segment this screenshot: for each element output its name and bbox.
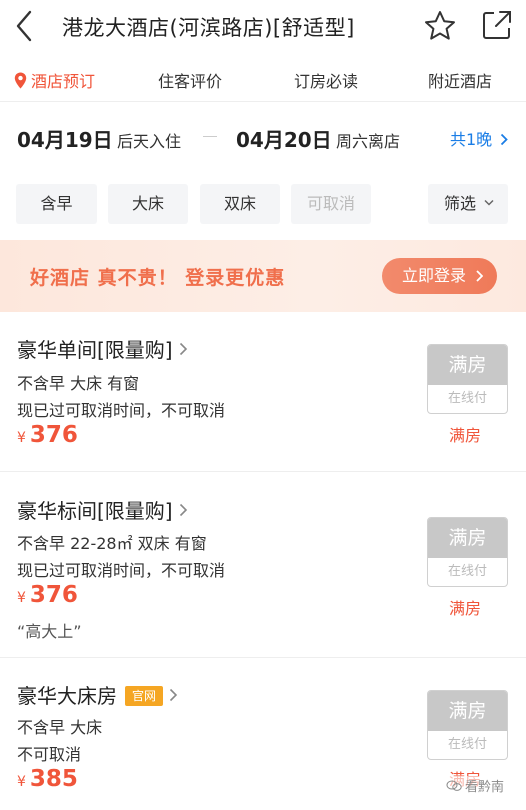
book-button-status: 满房 [428,691,507,731]
checkout-date[interactable]: 04月20日 [236,124,332,153]
filter-bar: 含早 大床 双床 可取消 筛选 [0,176,526,230]
room-details: 不含早 22-28㎡ 双床 有窗 [17,534,207,553]
currency-symbol: ¥ [17,430,26,446]
room-name-link[interactable]: 豪华大床房 官网 [17,680,178,709]
watermark-text: 看黔南 [465,780,505,795]
filter-dropdown-button[interactable]: 筛选 [428,184,508,224]
login-button-label: 立即登录 [402,266,467,285]
nights-label: 共1晚 [450,130,493,149]
date-selector[interactable]: 04月19日 后天入住 04月20日 周六离店 共1晚 [0,104,526,166]
chevron-right-icon [501,133,509,146]
currency-symbol: ¥ [17,590,26,606]
back-arrow-icon[interactable] [10,6,42,46]
checkin-note: 后天入住 [117,132,182,151]
tab-booking-notes[interactable]: 订房必读 [294,68,358,92]
date-separator [203,136,217,137]
tab-guest-reviews[interactable]: 住客评价 [158,68,222,92]
nights-link[interactable]: 共1晚 [450,126,509,150]
tab-nearby-hotels[interactable]: 附近酒店 [428,68,492,92]
room-name-link[interactable]: 豪华标间[限量购] [17,495,188,524]
book-button-disabled[interactable]: 满房 在线付 [427,344,508,414]
location-pin-icon [14,72,27,89]
room-highlight-quote: “高大上” [17,622,82,641]
promo-text: 好酒店 真不贵！ 登录更优惠 [30,267,286,289]
room-card[interactable]: 豪华标间[限量购] 不含早 22-28㎡ 双床 有窗 现已过可取消时间，不可取消… [0,472,526,658]
chevron-right-icon [179,503,187,517]
book-button-disabled[interactable]: 满房 在线付 [427,690,508,760]
sold-out-label: 满房 [449,599,482,618]
watermark: 看黔南 [444,776,507,795]
favorite-star-icon[interactable] [422,8,458,44]
room-card[interactable]: 豪华单间[限量购] 不含早 大床 有窗 现已过可取消时间，不可取消 ¥376 满… [0,312,526,472]
room-name: 豪华大床房 [17,684,117,708]
checkin-date[interactable]: 04月19日 [17,124,113,153]
room-policy: 现已过可取消时间，不可取消 [17,401,226,420]
room-name: 豪华单间[限量购] [17,338,173,362]
header-bar: 港龙大酒店(河滨路店)[舒适型] [0,0,526,54]
chevron-right-icon [476,270,483,282]
book-button-disabled[interactable]: 满房 在线付 [427,517,508,587]
share-icon[interactable] [480,8,514,42]
book-button-status: 满房 [428,518,507,558]
chevron-right-icon [179,342,187,356]
filter-chip-king-bed[interactable]: 大床 [108,184,188,224]
tab-hotel-booking[interactable]: 酒店预订 [14,68,95,92]
hotel-title: 港龙大酒店(河滨路店)[舒适型] [62,16,355,40]
price-amount: 376 [29,422,78,448]
filter-chip-breakfast[interactable]: 含早 [16,184,97,224]
payment-method: 在线付 [447,564,487,579]
room-policy: 不可取消 [17,745,82,764]
room-details: 不含早 大床 [17,718,103,737]
tab-label: 酒店预订 [31,72,96,91]
price-amount: 376 [29,582,78,608]
chat-bubble-icon [446,780,462,791]
login-promo-banner: 好酒店 真不贵！ 登录更优惠 立即登录 [0,240,526,312]
sold-out-label: 满房 [449,426,482,445]
room-price: ¥385 [17,766,78,792]
login-button[interactable]: 立即登录 [382,258,497,294]
room-name: 豪华标间[限量购] [17,499,173,523]
tab-bar: 酒店预订 住客评价 订房必读 附近酒店 [0,56,526,102]
currency-symbol: ¥ [17,774,26,790]
book-button-status: 满房 [428,345,507,385]
price-amount: 385 [29,766,78,792]
checkout-note: 周六离店 [336,132,401,151]
filter-label: 筛选 [444,194,477,213]
room-price: ¥376 [17,582,78,608]
room-price: ¥376 [17,422,78,448]
room-details: 不含早 大床 有窗 [17,374,140,393]
payment-method: 在线付 [447,737,487,752]
room-policy: 现已过可取消时间，不可取消 [17,561,226,580]
chevron-down-icon [484,199,494,206]
chevron-right-icon [169,688,178,702]
official-site-badge: 官网 [125,686,164,706]
filter-chip-cancellable[interactable]: 可取消 [291,184,371,224]
filter-chip-twin-bed[interactable]: 双床 [200,184,280,224]
room-name-link[interactable]: 豪华单间[限量购] [17,334,188,363]
payment-method: 在线付 [447,391,487,406]
